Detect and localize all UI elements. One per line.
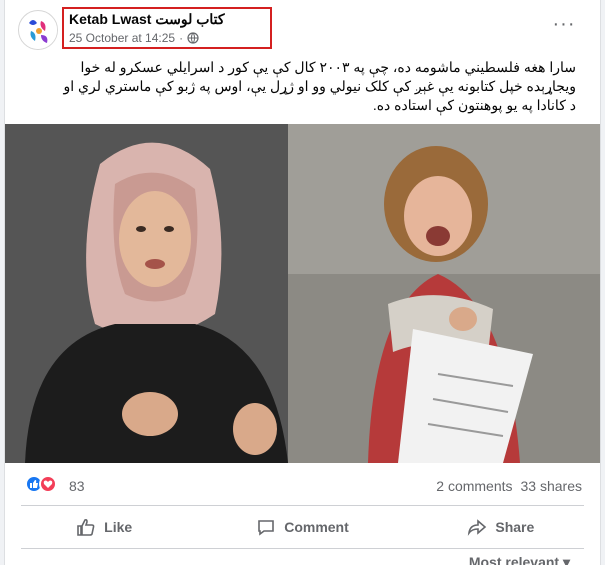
post-text: سارا هغه فلسطيني ماشومه ده، چې په ۲۰۰۳ ک… <box>16 58 576 115</box>
avatar-logo-icon <box>20 12 57 49</box>
post-header: Ketab Lwast كتاب لوست 25 October at 14:2… <box>5 0 600 58</box>
post-meta: 25 October at 14:25 · <box>69 31 199 45</box>
like-button[interactable]: Like <box>5 507 203 547</box>
post-text-line: د کانادا په يو پوهنتون کې استاده ده. <box>372 97 576 113</box>
photo-woman-speaking <box>5 124 288 463</box>
woman-illustration <box>5 124 288 463</box>
comment-button[interactable]: Comment <box>203 507 401 547</box>
share-button[interactable]: Share <box>402 507 600 547</box>
divider <box>21 548 584 549</box>
reaction-count[interactable]: 83 <box>69 478 85 494</box>
sort-label: Most relevant <box>468 554 560 565</box>
share-label: Share <box>495 519 535 535</box>
author-avatar[interactable] <box>18 10 58 50</box>
sort-comments-button[interactable]: Most relevant ▾ <box>469 554 570 565</box>
reactions-bar: 83 2 comments 33 shares <box>5 466 600 504</box>
post-card: Ketab Lwast كتاب لوست 25 October at 14:2… <box>4 0 601 565</box>
comment-icon <box>258 520 275 536</box>
divider <box>21 505 584 506</box>
engagement-stats: 2 comments 33 shares <box>436 478 582 494</box>
more-horizontal-icon[interactable]: ··· <box>550 14 578 38</box>
post-photo[interactable] <box>5 124 600 463</box>
author-name[interactable]: Ketab Lwast كتاب لوست <box>69 11 225 28</box>
photo-crying-girl <box>288 124 600 463</box>
comment-label: Comment <box>284 519 349 535</box>
girl-illustration <box>288 124 600 463</box>
share-icon <box>468 519 487 536</box>
comments-count[interactable]: 2 comments <box>436 478 512 494</box>
reaction-icons[interactable] <box>25 475 57 493</box>
chevron-down-icon: ▾ <box>562 554 570 565</box>
like-label: Like <box>104 519 133 535</box>
shares-count[interactable]: 33 shares <box>521 478 582 494</box>
thumbs-up-icon <box>77 518 95 536</box>
globe-icon[interactable] <box>187 32 199 44</box>
post-text-line: ويجاړېده خپل کتابونه يې غېږ کې کلک نيولي… <box>63 78 576 94</box>
post-timestamp[interactable]: 25 October at 14:25 <box>69 31 175 45</box>
action-bar: Like Comment Share <box>5 507 600 547</box>
post-text-line: سارا هغه فلسطيني ماشومه ده، چې په ۲۰۰۳ ک… <box>80 59 576 75</box>
love-icon <box>39 475 57 493</box>
